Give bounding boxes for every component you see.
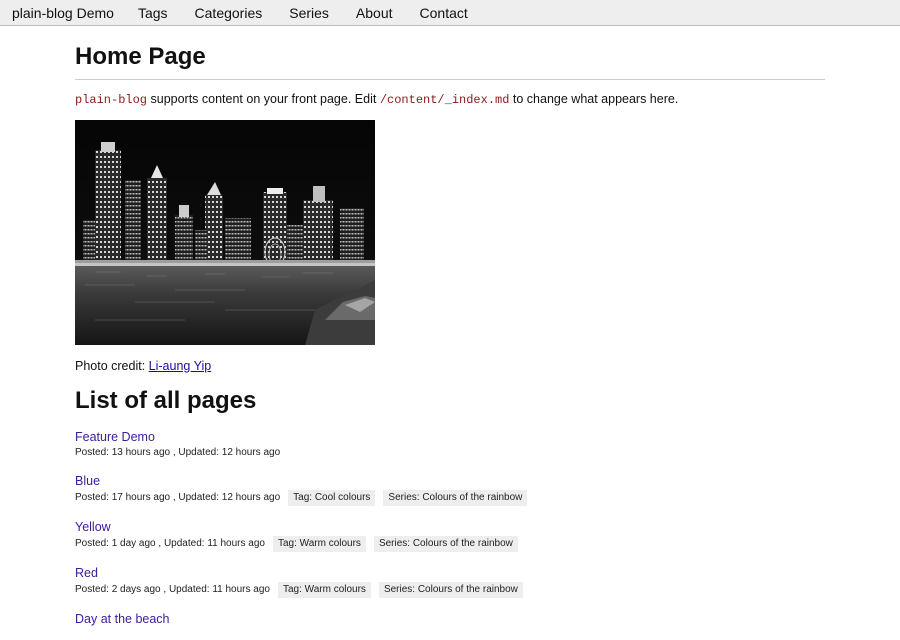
top-navigation: plain-blog Demo Tags Categories Series A… — [0, 0, 900, 26]
intro-paragraph: plain-blog supports content on your fron… — [75, 91, 825, 108]
page-link-yellow[interactable]: Yellow — [75, 519, 825, 535]
intro-text-2: to change what appears here. — [509, 92, 679, 106]
page-meta: Posted: 1 day ago , Updated: 11 hours ag… — [75, 536, 825, 552]
list-item: Red Posted: 2 days ago , Updated: 11 hou… — [75, 565, 825, 598]
tag-pill[interactable]: Tag: Warm colours — [277, 582, 371, 598]
nav-item-contact[interactable]: Contact — [420, 5, 468, 21]
skyline-photo — [75, 120, 375, 345]
page-link-red[interactable]: Red — [75, 565, 825, 581]
nav-item-about[interactable]: About — [356, 5, 393, 21]
series-pill[interactable]: Series: Colours of the rainbow — [373, 536, 518, 552]
tag-pill[interactable]: Tag: Warm colours — [272, 536, 366, 552]
page-meta: Posted: 2 days ago , Updated: 11 hours a… — [75, 582, 825, 598]
list-item: Blue Posted: 17 hours ago , Updated: 12 … — [75, 473, 825, 506]
page-list: Feature Demo Posted: 13 hours ago , Upda… — [75, 429, 825, 627]
main-content: Home Page plain-blog supports content on… — [75, 26, 825, 640]
page-dates: Posted: 1 day ago , Updated: 11 hours ag… — [75, 538, 265, 549]
section-title-all-pages: List of all pages — [75, 387, 257, 414]
nav-item-series[interactable]: Series — [289, 5, 329, 21]
photo-credit-link[interactable]: Li-aung Yip — [149, 359, 212, 373]
photo-credit: Photo credit: Li-aung Yip — [75, 359, 825, 373]
intro-code-plain-blog: plain-blog — [75, 93, 148, 107]
series-pill[interactable]: Series: Colours of the rainbow — [378, 582, 523, 598]
site-brand-link[interactable]: plain-blog Demo — [12, 5, 114, 21]
intro-text-1: supports content on your front page. Edi… — [147, 92, 380, 106]
page-link-day-at-the-beach[interactable]: Day at the beach — [75, 611, 825, 627]
page-meta: Posted: 13 hours ago , Updated: 12 hours… — [75, 446, 825, 460]
list-item: Yellow Posted: 1 day ago , Updated: 11 h… — [75, 519, 825, 552]
list-item: Feature Demo Posted: 13 hours ago , Upda… — [75, 429, 825, 460]
nav-item-categories[interactable]: Categories — [195, 5, 263, 21]
nav-item-tags[interactable]: Tags — [138, 5, 168, 21]
intro-code-index-path: /content/_index.md — [379, 93, 510, 107]
page-link-blue[interactable]: Blue — [75, 473, 825, 489]
list-item: Day at the beach — [75, 611, 825, 627]
tag-pill[interactable]: Tag: Cool colours — [288, 490, 376, 506]
page-title: Home Page — [75, 43, 825, 80]
page-link-feature-demo[interactable]: Feature Demo — [75, 429, 825, 445]
page-dates: Posted: 17 hours ago , Updated: 12 hours… — [75, 492, 281, 503]
page-dates: Posted: 2 days ago , Updated: 11 hours a… — [75, 584, 270, 595]
photo-credit-label: Photo credit: — [75, 359, 149, 373]
page-meta: Posted: 17 hours ago , Updated: 12 hours… — [75, 490, 825, 506]
page-dates: Posted: 13 hours ago , Updated: 12 hours… — [75, 447, 281, 458]
series-pill[interactable]: Series: Colours of the rainbow — [383, 490, 528, 506]
